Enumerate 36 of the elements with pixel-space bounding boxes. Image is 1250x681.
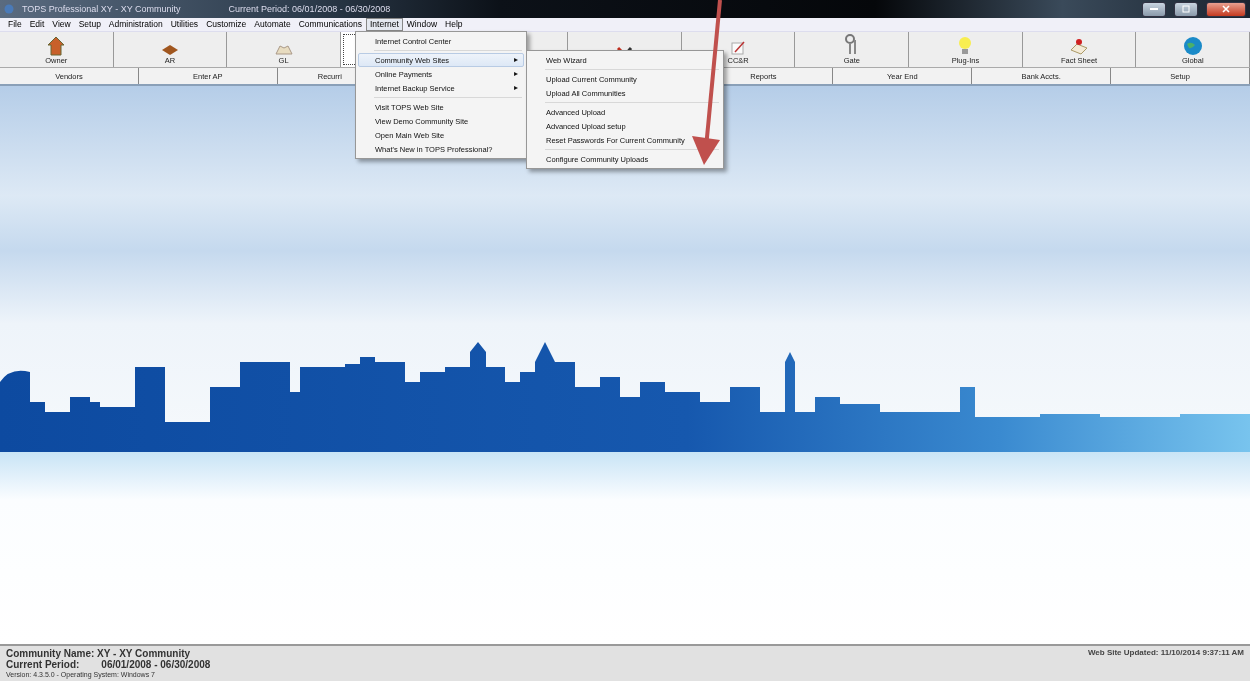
menu-bar-item[interactable]: Automate [250,18,295,31]
close-icon [1222,5,1230,13]
menu-bar-item[interactable]: Utilities [166,18,203,31]
period-label: Current Period: [6,659,80,670]
restore-icon [1182,5,1190,13]
restore-button[interactable] [1174,1,1198,17]
menu-bar-item[interactable]: Setup [74,18,105,31]
book-icon [160,44,179,56]
keys-icon [844,34,859,56]
window-title: TOPS Professional XY - XY Community [22,4,181,14]
menu-bar-item[interactable]: Administration [104,18,167,31]
window-period: Current Period: 06/01/2008 - 06/30/2008 [228,4,391,14]
menu-bar-item[interactable]: Edit [25,18,49,31]
menu-bar-item[interactable]: Internet [366,18,403,31]
menu-bar-item[interactable]: Window [402,18,442,31]
menu-bar-item[interactable]: Help [441,18,467,31]
close-button[interactable] [1206,1,1246,17]
web-site-updated: Web Site Updated: 11/10/2014 9:37:11 AM [1087,648,1244,659]
app-logo-icon [4,4,14,14]
globe-icon [1182,36,1203,56]
house-icon [47,36,66,56]
menu-bar-item[interactable]: View [48,18,75,31]
pen-paper-icon [730,40,747,56]
light-bulb-icon [958,36,973,56]
pinned-note-icon [1069,38,1090,56]
community-name: Community Name: XY - XY Community [6,648,191,659]
period-value: 06/01/2008 - 06/30/2008 [101,659,211,670]
submenu-arrow-icon: ▸ [514,70,518,78]
menu-bar-item[interactable]: Customize [202,18,251,31]
submenu-arrow-icon: ▸ [514,84,518,92]
minimize-icon [1150,7,1158,11]
menu-bar-item[interactable]: File [4,18,26,31]
open-book-icon [273,44,294,56]
menu-bar-item[interactable]: Communications [294,18,366,31]
submenu-arrow-icon: ▸ [514,56,518,64]
minimize-button[interactable] [1142,1,1166,17]
